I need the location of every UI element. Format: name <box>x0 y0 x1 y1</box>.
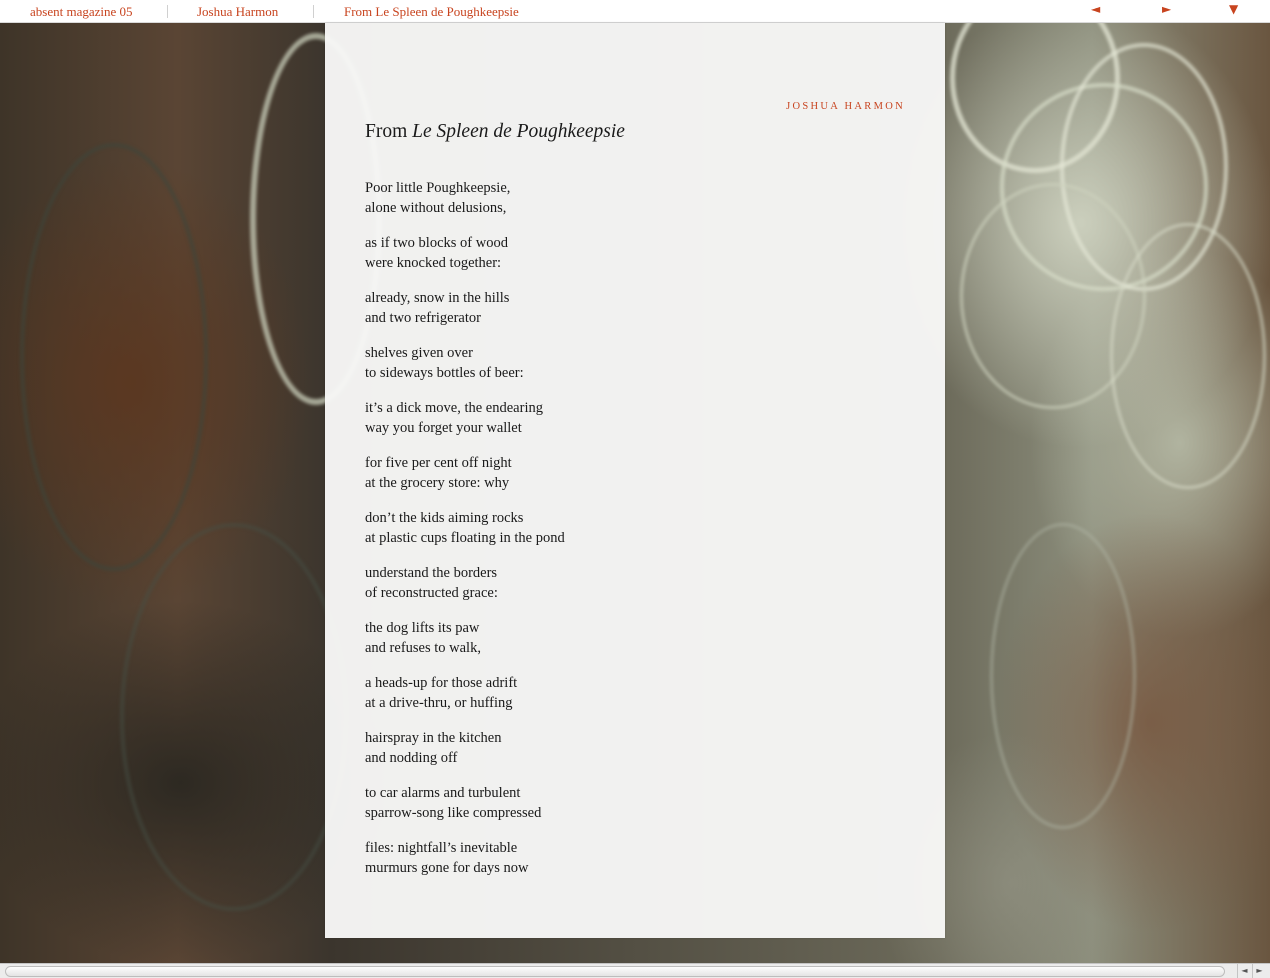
poem-line: to car alarms and turbulent <box>365 785 521 801</box>
poem-stanza: don’t the kids aiming rocks at plastic cu… <box>365 508 565 548</box>
poem-stanza: Poor little Poughkeepsie, alone without d… <box>365 178 565 218</box>
author-byline: JOSHUA HARMON <box>786 101 905 112</box>
poem-line: a heads-up for those adrift <box>365 675 518 691</box>
poem-line: alone without delusions, <box>365 200 507 216</box>
menu-dropdown-icon[interactable]: ▼ <box>1229 2 1238 16</box>
poem-stanza: the dog lifts its paw and refuses to walk… <box>365 618 565 658</box>
poem-line: were knocked together: <box>365 255 502 271</box>
poem-stanza: it’s a dick move, the endearing way you f… <box>365 398 565 438</box>
poem-line: the dog lifts its paw <box>365 620 480 636</box>
poem-line: and nodding off <box>365 750 458 766</box>
breadcrumb-author[interactable]: Joshua Harmon <box>197 4 278 20</box>
poem-stanza: as if two blocks of wood were knocked tog… <box>365 233 565 273</box>
breadcrumb-magazine[interactable]: absent magazine 05 <box>30 4 133 20</box>
poem-line: of reconstructed grace: <box>365 585 498 601</box>
breadcrumb-poem[interactable]: From Le Spleen de Poughkeepsie <box>344 4 519 20</box>
scroll-left-icon[interactable]: ◄ <box>1237 964 1251 978</box>
scrollbar-thumb[interactable] <box>5 966 1225 977</box>
poem-line: murmurs gone for days now <box>365 860 529 876</box>
poem-line: at a drive-thru, or huffing <box>365 695 513 711</box>
poem-line: way you forget your wallet <box>365 420 522 436</box>
poem-title: From Le Spleen de Poughkeepsie <box>365 121 625 143</box>
poem-stanza: shelves given over to sideways bottles of… <box>365 343 565 383</box>
poem-line: for five per cent off night <box>365 455 512 471</box>
poem-line: at plastic cups floating in the pond <box>365 530 565 546</box>
poem-line: at the grocery store: why <box>365 475 510 491</box>
poem-line: to sideways bottles of beer: <box>365 365 524 381</box>
poem-stanza: hairspray in the kitchen and nodding off <box>365 728 565 768</box>
poem-stanza: for five per cent off night at the grocer… <box>365 453 565 493</box>
poem-line: shelves given over <box>365 345 473 361</box>
poem-line: sparrow-song like compressed <box>365 805 542 821</box>
breadcrumb-divider <box>313 5 314 18</box>
scroll-right-icon[interactable]: ► <box>1252 964 1266 978</box>
next-arrow-icon[interactable]: ► <box>1162 2 1171 16</box>
poem-line: files: nightfall’s inevitable <box>365 840 518 856</box>
poem-title-italic: Le Spleen de Poughkeepsie <box>412 121 625 142</box>
poem-stanza: to car alarms and turbulent sparrow-song … <box>365 783 565 823</box>
poem-body: Poor little Poughkeepsie, alone without d… <box>365 178 565 893</box>
poem-line: already, snow in the hills <box>365 290 510 306</box>
top-nav-bar: absent magazine 05 Joshua Harmon From Le… <box>0 0 1270 23</box>
poem-stanza: understand the borders of reconstructed g… <box>365 563 565 603</box>
poem-line: understand the borders <box>365 565 498 581</box>
poem-line: Poor little Poughkeepsie, <box>365 180 511 196</box>
poem-line: as if two blocks of wood <box>365 235 508 251</box>
poem-stanza: already, snow in the hills and two refrig… <box>365 288 565 328</box>
poem-title-prefix: From <box>365 121 413 142</box>
poem-line: it’s a dick move, the endearing <box>365 400 543 416</box>
poem-line: and two refrigerator <box>365 310 481 326</box>
horizontal-scrollbar[interactable]: ◄ ► <box>0 963 1270 978</box>
breadcrumb-divider <box>167 5 168 18</box>
poem-line: don’t the kids aiming rocks <box>365 510 524 526</box>
poem-page: JOSHUA HARMON From Le Spleen de Poughkee… <box>325 23 945 938</box>
poem-stanza: files: nightfall’s inevitable murmurs gon… <box>365 838 565 878</box>
poem-line: hairspray in the kitchen <box>365 730 502 746</box>
poem-stanza: a heads-up for those adrift at a drive-th… <box>365 673 565 713</box>
poem-line: and refuses to walk, <box>365 640 481 656</box>
previous-arrow-icon[interactable]: ◄ <box>1091 2 1100 16</box>
